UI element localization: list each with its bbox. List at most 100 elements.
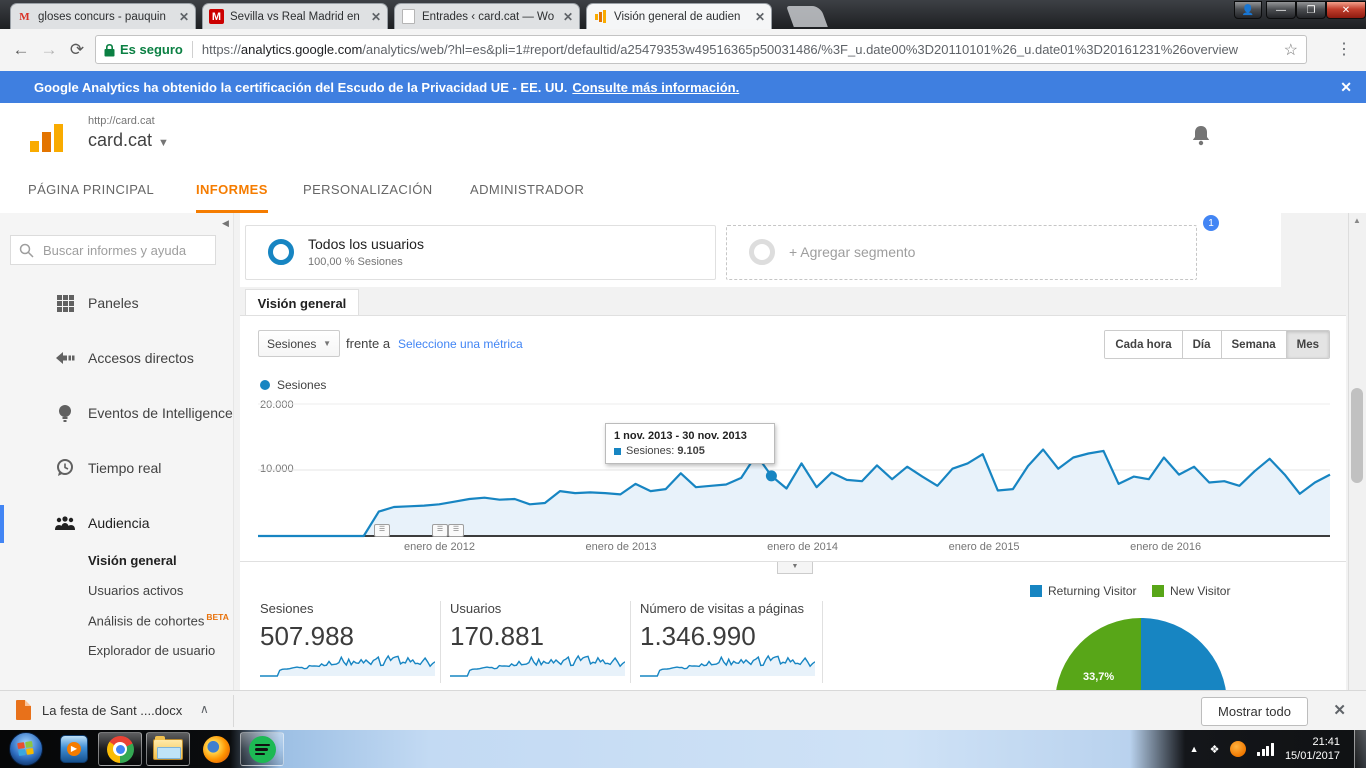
stat-visitas-paginas[interactable]: Número de visitas a páginas 1.346.990 xyxy=(640,601,815,683)
media-player-icon: ▶ xyxy=(60,735,88,763)
sidebar-item-paneles[interactable]: Paneles xyxy=(0,283,233,323)
x-tick-label: enero de 2016 xyxy=(1130,541,1201,553)
sidebar-search[interactable] xyxy=(10,235,216,265)
report-sidebar: ◀ Paneles Accesos directos Eventos de In… xyxy=(0,213,234,690)
search-input[interactable] xyxy=(41,242,205,259)
tab-vision-general[interactable]: Visión general xyxy=(245,289,359,317)
profile-window-button[interactable]: 👤 xyxy=(1234,1,1262,19)
divider xyxy=(233,695,234,727)
annotation-marker-icon[interactable]: ☰ xyxy=(374,524,390,537)
select-metric-link[interactable]: Seleccione una métrica xyxy=(398,337,523,351)
grid-icon xyxy=(55,294,75,312)
system-tray: ▲ ❖ 21:41 15/01/2017 xyxy=(1190,730,1366,768)
analytics-nav: PÁGINA PRINCIPAL INFORMES PERSONALIZACIÓ… xyxy=(0,170,1366,214)
shortcut-arrow-icon xyxy=(55,351,75,365)
vs-label: frente a xyxy=(346,336,390,351)
start-button[interactable] xyxy=(4,732,48,766)
address-bar[interactable]: Es seguro https://analytics.google.com/a… xyxy=(95,35,1307,64)
sidebar-item-accesos-directos[interactable]: Accesos directos xyxy=(0,338,233,378)
tab-close-icon[interactable]: ✕ xyxy=(179,10,189,24)
banner-close-icon[interactable]: ✕ xyxy=(1340,79,1352,96)
tab-close-icon[interactable]: ✕ xyxy=(371,10,381,24)
bookmark-star-icon[interactable]: ☆ xyxy=(1284,40,1298,60)
chevron-up-icon[interactable]: ∧ xyxy=(200,702,209,716)
pie-percentage-label: 33,7% xyxy=(1083,671,1114,683)
add-segment-card[interactable]: + Agregar segmento xyxy=(726,225,1197,280)
sidebar-item-tiempo-real[interactable]: Tiempo real xyxy=(0,448,233,488)
sidebar-subitem-explorador-usuario[interactable]: Explorador de usuario xyxy=(88,643,215,658)
sidebar-subitem-analisis-cohortes[interactable]: Análisis de cohortesBETA xyxy=(88,612,229,628)
granularity-mes[interactable]: Mes xyxy=(1286,331,1329,358)
document-file-icon xyxy=(16,700,31,720)
back-icon[interactable]: ← xyxy=(8,37,34,63)
account-selector[interactable]: card.cat▼ xyxy=(88,130,169,151)
line-chart-svg xyxy=(258,399,1332,543)
annotation-marker-icon[interactable]: ☰ xyxy=(432,524,448,537)
divider xyxy=(192,41,193,58)
browser-tab-analytics[interactable]: Visión general de audien ✕ xyxy=(586,3,772,29)
tab-close-icon[interactable]: ✕ xyxy=(755,10,765,24)
reload-icon[interactable]: ⟳ xyxy=(64,37,90,63)
browser-tab-marca[interactable]: M Sevilla vs Real Madrid en ✕ xyxy=(202,3,388,29)
segment-ring-icon xyxy=(268,239,294,265)
tray-expand-icon[interactable]: ▲ xyxy=(1190,744,1199,754)
sidebar-subitem-vision-general[interactable]: Visión general xyxy=(88,553,177,568)
downloaded-file[interactable]: La festa de Sant ....docx xyxy=(42,703,182,718)
x-tick-label: enero de 2014 xyxy=(767,541,838,553)
taskbar-media-player[interactable]: ▶ xyxy=(52,732,96,766)
nav-informes[interactable]: INFORMES xyxy=(196,170,268,213)
tab-close-icon[interactable]: ✕ xyxy=(563,10,573,24)
nav-administrador[interactable]: ADMINISTRADOR xyxy=(470,170,584,210)
legend-square-icon xyxy=(1152,585,1164,597)
nav-personalizacion[interactable]: PERSONALIZACIÓN xyxy=(303,170,433,210)
segment-subtitle: 100,00 % Sesiones xyxy=(308,256,403,268)
browser-menu-icon[interactable]: ⋮ xyxy=(1336,39,1352,59)
taskbar-explorer[interactable] xyxy=(146,732,190,766)
granularity-dia[interactable]: Día xyxy=(1182,331,1221,358)
chevron-down-icon: ▼ xyxy=(158,137,169,149)
chart-collapse-icon[interactable]: ▼ xyxy=(777,562,813,574)
browser-tab-wordpress[interactable]: Entrades ‹ card.cat — Wo ✕ xyxy=(394,3,580,29)
scroll-up-icon[interactable]: ▲ xyxy=(1353,216,1361,225)
stat-usuarios[interactable]: Usuarios 170.881 xyxy=(450,601,625,683)
sidebar-item-audiencia[interactable]: Audiencia xyxy=(0,503,233,543)
chrome-icon xyxy=(107,736,134,763)
maximize-button[interactable]: ❐ xyxy=(1296,1,1326,19)
x-tick-label: enero de 2015 xyxy=(949,541,1020,553)
browser-tab-gmail[interactable]: M gloses concurs - pauquin ✕ xyxy=(10,3,196,29)
notifications-bell-icon[interactable] xyxy=(1190,123,1212,147)
tooltip-value: 9.105 xyxy=(677,445,705,457)
network-signal-icon[interactable] xyxy=(1257,743,1274,756)
x-tick-label: enero de 2013 xyxy=(586,541,657,553)
forward-icon[interactable]: → xyxy=(36,37,62,63)
banner-link[interactable]: Consulte más información. xyxy=(572,80,739,95)
sidebar-collapse-icon[interactable]: ◀ xyxy=(222,218,229,229)
show-all-downloads-button[interactable]: Mostrar todo xyxy=(1201,697,1308,726)
close-button[interactable]: ✕ xyxy=(1326,1,1366,19)
vertical-scrollbar[interactable]: ▲ xyxy=(1348,213,1366,690)
taskbar-spotify[interactable] xyxy=(240,732,284,766)
taskbar-firefox[interactable] xyxy=(194,732,238,766)
granularity-cada-hora[interactable]: Cada hora xyxy=(1105,331,1181,358)
show-desktop-button[interactable] xyxy=(1354,730,1366,768)
minimize-button[interactable]: — xyxy=(1266,1,1296,19)
secure-badge[interactable]: Es seguro xyxy=(104,42,183,57)
scrollbar-thumb[interactable] xyxy=(1351,388,1363,483)
dropbox-icon[interactable]: ❖ xyxy=(1210,743,1220,756)
lightbulb-icon xyxy=(55,404,75,423)
sessions-line-chart[interactable]: 20.000 10.000 enero de 2012enero de 2013… xyxy=(258,399,1332,557)
annotation-marker-icon[interactable]: ☰ xyxy=(448,524,464,537)
metric-dropdown[interactable]: Sesiones▼ xyxy=(258,330,340,357)
sidebar-subitem-usuarios-activos[interactable]: Usuarios activos xyxy=(88,583,183,598)
taskbar-chrome[interactable] xyxy=(98,732,142,766)
segment-all-users-card[interactable]: Todos los usuarios 100,00 % Sesiones xyxy=(245,225,716,280)
realtime-clock-icon xyxy=(55,459,75,477)
sidebar-item-eventos-intelligence[interactable]: Eventos de Intelligence xyxy=(0,393,233,433)
granularity-semana[interactable]: Semana xyxy=(1221,331,1286,358)
new-tab-button[interactable] xyxy=(786,6,828,27)
nav-pagina-principal[interactable]: PÁGINA PRINCIPAL xyxy=(28,170,154,210)
tray-app-icon[interactable] xyxy=(1230,741,1246,757)
download-bar-close-icon[interactable]: ✕ xyxy=(1333,701,1346,719)
taskbar-clock[interactable]: 21:41 15/01/2017 xyxy=(1285,735,1340,763)
stat-sesiones[interactable]: Sesiones 507.988 xyxy=(260,601,435,683)
